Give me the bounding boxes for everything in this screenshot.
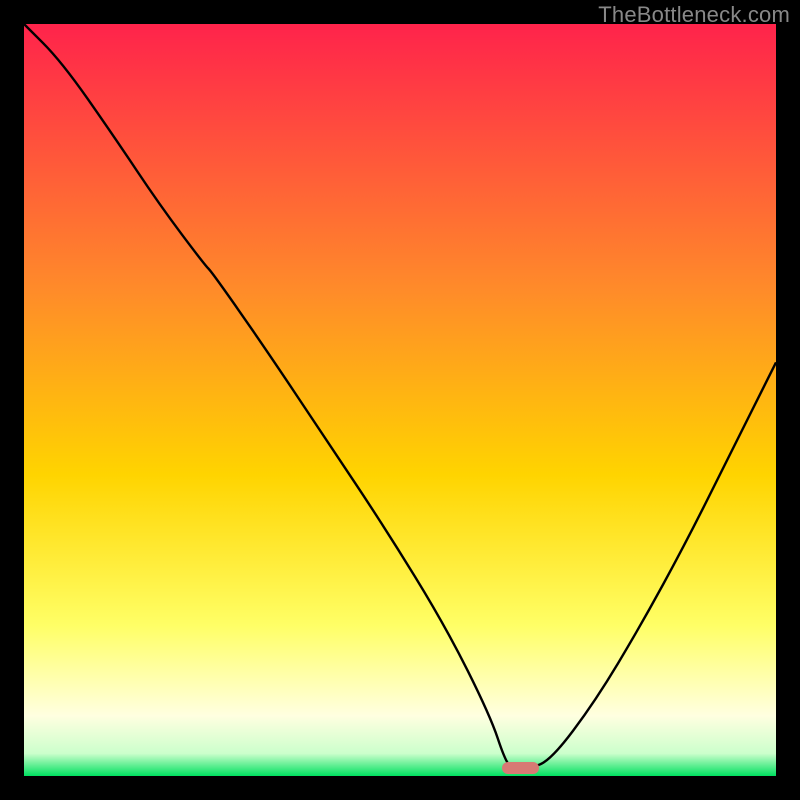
watermark-text: TheBottleneck.com: [598, 2, 790, 28]
bottleneck-curve: [24, 24, 776, 776]
chart-frame: TheBottleneck.com: [0, 0, 800, 800]
optimal-marker: [502, 762, 540, 774]
plot-area: [24, 24, 776, 776]
